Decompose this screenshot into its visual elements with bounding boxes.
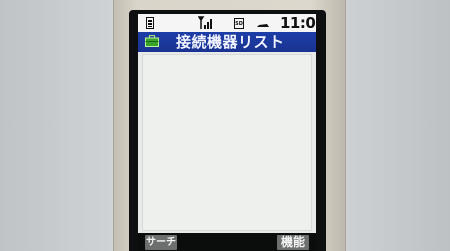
screen-title: 接続機器リスト xyxy=(176,33,285,51)
clock: 11:09 xyxy=(280,14,316,32)
sd-card-icon: SD xyxy=(234,18,244,29)
battery-icon xyxy=(145,16,155,30)
mode-icon xyxy=(256,16,270,30)
search-softkey[interactable]: サーチ xyxy=(145,235,177,250)
title-bar: 接続機器リスト xyxy=(138,32,316,52)
phone-screen: SD 11:09 接続機器リスト サーチ 機能 xyxy=(138,14,316,251)
device-list[interactable] xyxy=(142,54,312,231)
signal-icon xyxy=(198,16,216,30)
status-bar: SD 11:09 xyxy=(138,14,316,32)
softkey-bar: サーチ 機能 xyxy=(138,233,316,251)
briefcase-icon xyxy=(145,35,159,47)
function-softkey[interactable]: 機能 xyxy=(277,235,309,250)
